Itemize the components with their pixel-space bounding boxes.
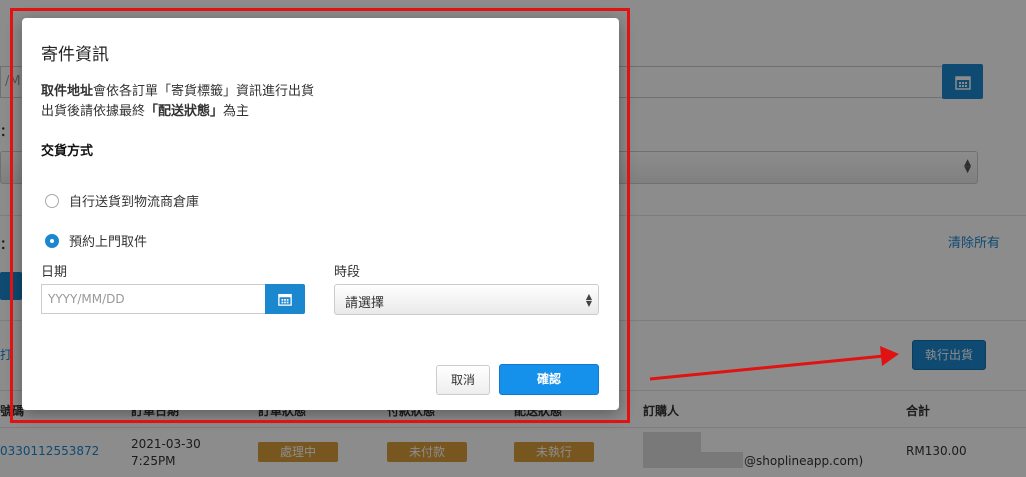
red-arrow [649,346,899,381]
